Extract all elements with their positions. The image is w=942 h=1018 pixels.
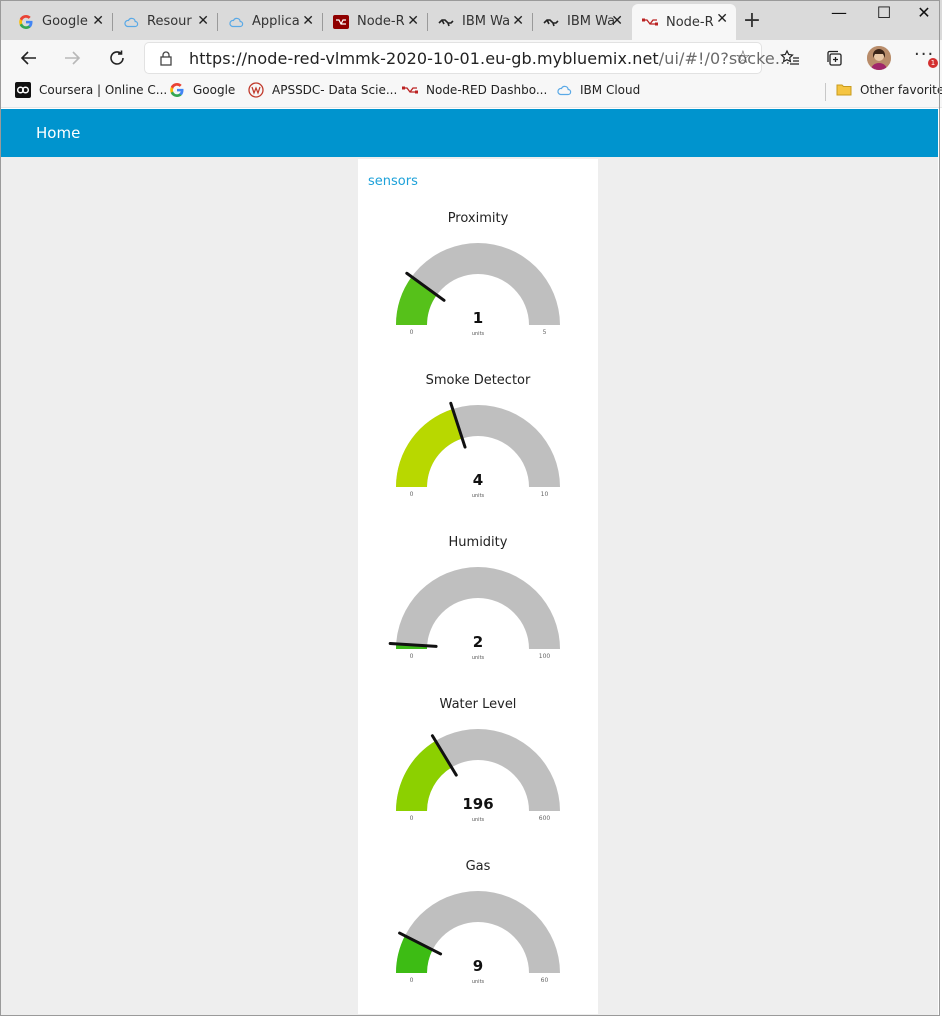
window-border (0, 0, 940, 1016)
